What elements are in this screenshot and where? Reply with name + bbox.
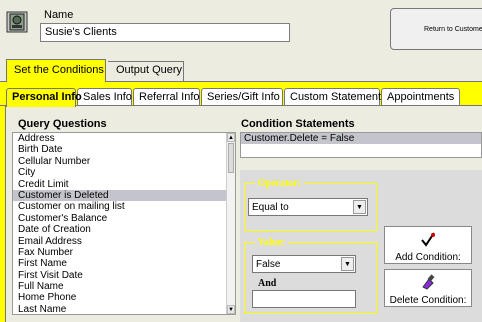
list-item[interactable]: Address bbox=[13, 133, 235, 144]
condition-statements-title: Condition Statements bbox=[241, 118, 355, 130]
list-scrollbar[interactable]: ▲ ▼ bbox=[226, 133, 235, 314]
query-questions-title: Query Questions bbox=[18, 118, 107, 130]
list-item[interactable]: Customer is Deleted bbox=[13, 189, 235, 202]
add-condition-button[interactable]: Add Condition: bbox=[384, 226, 472, 264]
delete-condition-label: Delete Condition: bbox=[389, 295, 467, 306]
scroll-up-icon[interactable]: ▲ bbox=[227, 133, 235, 142]
list-item[interactable]: Credit Limit bbox=[13, 179, 235, 190]
add-condition-icon bbox=[385, 231, 471, 250]
list-item[interactable]: Fax Number bbox=[13, 247, 235, 258]
return-to-customer-button[interactable]: Return to Customer Q bbox=[390, 8, 482, 50]
list-item[interactable]: First Name bbox=[13, 258, 235, 269]
tab-personal-info[interactable]: Personal Info bbox=[6, 88, 82, 107]
list-item[interactable]: Customer on mailing list bbox=[13, 201, 235, 212]
chevron-down-icon[interactable]: ▼ bbox=[341, 257, 354, 271]
tab-series-gift-info[interactable]: Series/Gift Info bbox=[201, 88, 283, 106]
list-item[interactable]: Date of Creation bbox=[13, 224, 235, 235]
tab-set-the-conditions[interactable]: Set the Conditions bbox=[6, 59, 106, 82]
name-field[interactable]: Susie's Clients bbox=[40, 23, 290, 42]
query-questions-list[interactable]: Address Birth Date Cellular Number City Cred… bbox=[12, 132, 236, 315]
list-item[interactable]: Customer's Balance bbox=[13, 213, 235, 224]
value-select[interactable]: False ▼ bbox=[252, 255, 356, 273]
and-value-input[interactable] bbox=[252, 290, 356, 308]
value-legend: Value: bbox=[255, 237, 289, 248]
list-item[interactable]: Cellular Number bbox=[13, 156, 235, 167]
list-item[interactable]: Email Address bbox=[13, 236, 235, 247]
add-condition-label: Add Condition: bbox=[395, 252, 461, 263]
chevron-down-icon[interactable]: ▼ bbox=[353, 200, 366, 214]
list-item[interactable]: Full Name bbox=[13, 281, 235, 292]
scroll-thumb[interactable] bbox=[228, 143, 234, 173]
value-value: False bbox=[256, 259, 281, 270]
app-logo-icon bbox=[6, 11, 28, 33]
delete-condition-icon bbox=[385, 274, 471, 293]
delete-condition-button[interactable]: Delete Condition: bbox=[384, 269, 472, 307]
tab-output-query[interactable]: Output Query bbox=[108, 61, 184, 81]
list-item[interactable]: First Visit Date bbox=[13, 270, 235, 281]
header: Name Susie's Clients Return to Customer … bbox=[0, 0, 482, 58]
list-item[interactable]: City bbox=[13, 167, 235, 178]
tab-sales-info[interactable]: Sales Info bbox=[77, 88, 132, 106]
name-label: Name bbox=[44, 9, 74, 21]
operator-value: Equal to bbox=[252, 202, 289, 213]
tab-custom-statement[interactable]: Custom Statement bbox=[284, 88, 381, 106]
condition-statements-list[interactable]: Customer.Delete = False bbox=[240, 132, 482, 158]
tab-appointments[interactable]: Appointments bbox=[381, 88, 460, 106]
condition-row[interactable]: Customer.Delete = False bbox=[241, 133, 481, 144]
list-item[interactable]: Home Phone bbox=[13, 292, 235, 303]
list-item[interactable]: Last Name bbox=[13, 304, 235, 314]
list-item[interactable]: Birth Date bbox=[13, 144, 235, 155]
and-label: And bbox=[258, 278, 277, 289]
operator-select[interactable]: Equal to ▼ bbox=[248, 198, 368, 216]
scroll-down-icon[interactable]: ▼ bbox=[227, 305, 235, 314]
operator-legend: Operator: bbox=[255, 178, 305, 189]
tab-referral-info[interactable]: Referral Info bbox=[133, 88, 200, 106]
